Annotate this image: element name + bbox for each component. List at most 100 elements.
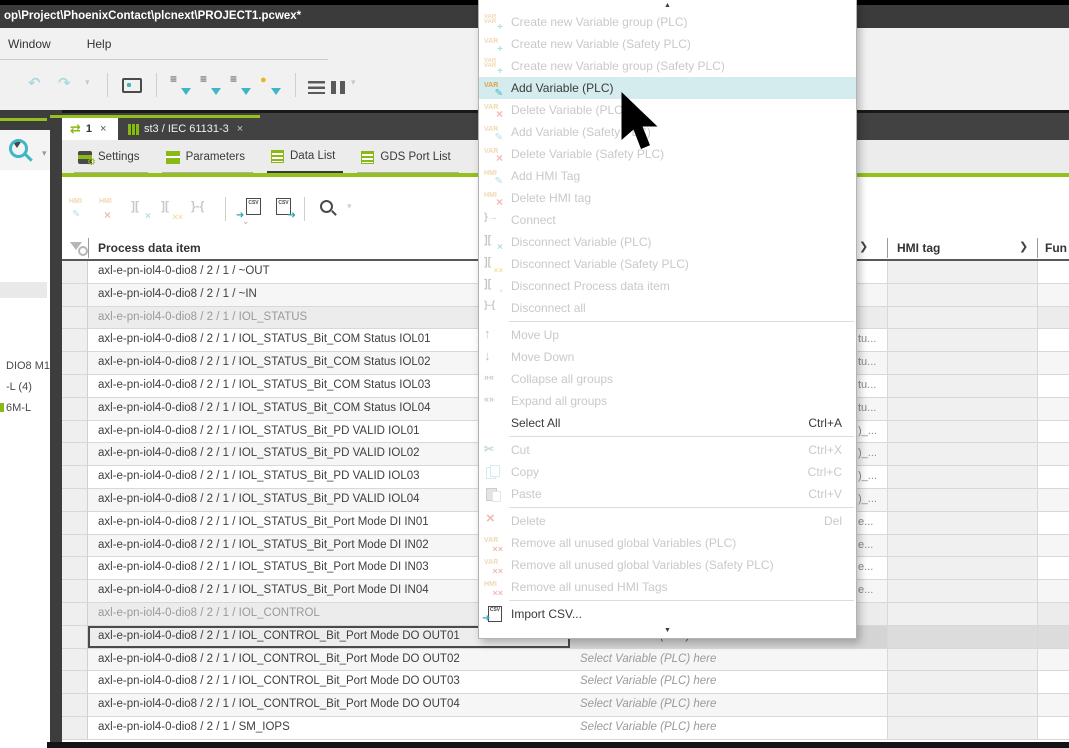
row-header-cell[interactable] <box>62 512 88 535</box>
hmi-tag-cell[interactable] <box>887 557 1037 580</box>
bottom-scrollbar[interactable] <box>47 742 1069 748</box>
function-cell[interactable] <box>1037 329 1069 352</box>
tab-st3-iec-61131-3[interactable]: st3 / IEC 61131-3× <box>122 118 262 140</box>
column-header-function[interactable]: Fun <box>1045 241 1067 255</box>
process-data-item-cell[interactable]: axl-e-pn-iol4-0-dio8 / 2 / 1 / IOL_CONTR… <box>88 671 570 694</box>
hmi-tag-cell[interactable] <box>887 535 1037 558</box>
function-cell[interactable] <box>1037 398 1069 421</box>
filter-user-icon[interactable] <box>259 74 283 96</box>
function-cell[interactable] <box>1037 489 1069 512</box>
row-header-cell[interactable] <box>62 717 88 740</box>
column-header-hmi-tag[interactable]: HMI tag <box>897 241 940 255</box>
process-data-item-cell[interactable]: axl-e-pn-iol4-0-dio8 / 2 / 1 / SM_IOPS <box>88 717 570 740</box>
row-header-cell[interactable] <box>62 626 88 649</box>
hmi-tag-cell[interactable] <box>887 489 1037 512</box>
process-data-item-cell[interactable]: axl-e-pn-iol4-0-dio8 / 2 / 1 / IOL_CONTR… <box>88 694 570 717</box>
row-header-cell[interactable] <box>62 649 88 672</box>
search-icon[interactable] <box>317 198 341 220</box>
row-header-cell[interactable] <box>62 398 88 421</box>
hmi-tag-cell[interactable] <box>887 375 1037 398</box>
function-cell[interactable] <box>1037 557 1069 580</box>
menubar-item-window[interactable]: Window <box>8 28 51 60</box>
hmi-tag-cell[interactable] <box>887 466 1037 489</box>
tab-close-icon[interactable]: × <box>100 123 106 135</box>
hmi-tag-cell[interactable] <box>887 261 1037 284</box>
table-row[interactable]: axl-e-pn-iol4-0-dio8 / 2 / 1 / IOL_CONTR… <box>62 694 1069 717</box>
hmi-column-expand-icon[interactable]: ❯ <box>1019 240 1028 253</box>
hmi-tag-cell[interactable] <box>887 329 1037 352</box>
variable-column-expand-icon[interactable]: ❯ <box>859 240 868 253</box>
function-cell[interactable] <box>1037 466 1069 489</box>
hmi-tag-cell[interactable] <box>887 717 1037 740</box>
row-header-cell[interactable] <box>62 603 88 626</box>
function-cell[interactable] <box>1037 671 1069 694</box>
row-header-cell[interactable] <box>62 535 88 558</box>
row-header-cell[interactable] <box>62 329 88 352</box>
tab-close-icon[interactable]: × <box>237 123 243 135</box>
view-columns-icon[interactable] <box>331 81 345 94</box>
menu-item-select-all[interactable]: Select AllCtrl+A <box>479 412 856 434</box>
hmi-tag-cell[interactable] <box>887 649 1037 672</box>
function-cell[interactable] <box>1037 421 1069 444</box>
function-cell[interactable] <box>1037 649 1069 672</box>
function-cell[interactable] <box>1037 694 1069 717</box>
csv-export-icon[interactable] <box>268 198 292 220</box>
function-cell[interactable] <box>1037 512 1069 535</box>
filter-search-icon[interactable] <box>8 138 34 164</box>
menu-scroll-up-icon[interactable]: ▲ <box>479 0 856 11</box>
panel-splitter[interactable] <box>50 110 62 742</box>
table-row[interactable]: axl-e-pn-iol4-0-dio8 / 2 / 1 / SM_IOPSSe… <box>62 717 1069 740</box>
hmi-tag-cell[interactable] <box>887 580 1037 603</box>
subtab-data-list[interactable]: Data List <box>267 143 343 173</box>
row-header-cell[interactable] <box>62 375 88 398</box>
row-header-cell[interactable] <box>62 421 88 444</box>
function-cell[interactable] <box>1037 284 1069 307</box>
function-cell[interactable] <box>1037 717 1069 740</box>
function-cell[interactable] <box>1037 626 1069 649</box>
row-header-cell[interactable] <box>62 489 88 512</box>
hmi-tag-cell[interactable] <box>887 398 1037 421</box>
tree-selected-item[interactable] <box>0 282 47 298</box>
filter-network-icon[interactable] <box>199 74 223 96</box>
row-header-cell[interactable] <box>62 671 88 694</box>
hmi-tag-cell[interactable] <box>887 603 1037 626</box>
menu-item-import-csv[interactable]: Import CSV... <box>479 603 856 625</box>
subtab-settings[interactable]: Settings <box>74 144 148 173</box>
function-cell[interactable] <box>1037 375 1069 398</box>
function-cell[interactable] <box>1037 535 1069 558</box>
function-cell[interactable] <box>1037 307 1069 330</box>
display-icon[interactable] <box>120 74 144 96</box>
function-cell[interactable] <box>1037 443 1069 466</box>
row-header-cell[interactable] <box>62 261 88 284</box>
row-header-cell[interactable] <box>62 466 88 489</box>
subtab-parameters[interactable]: Parameters <box>162 144 253 173</box>
filter-dropdown-caret[interactable]: ▾ <box>42 148 47 159</box>
tab-1[interactable]: ⇄1× <box>62 118 118 140</box>
menubar-item-help[interactable]: Help <box>87 28 112 60</box>
hmi-tag-cell[interactable] <box>887 694 1037 717</box>
variable-cell[interactable]: Select Variable (PLC) here <box>570 671 887 694</box>
row-header-cell[interactable] <box>62 352 88 375</box>
function-cell[interactable] <box>1037 580 1069 603</box>
function-cell[interactable] <box>1037 352 1069 375</box>
column-header-process-data-item[interactable]: Process data item <box>98 241 201 255</box>
variable-cell[interactable]: Select Variable (PLC) here <box>570 717 887 740</box>
table-row[interactable]: axl-e-pn-iol4-0-dio8 / 2 / 1 / IOL_CONTR… <box>62 671 1069 694</box>
view-rows-icon[interactable] <box>308 81 325 94</box>
subtab-gds-port-list[interactable]: GDS Port List <box>357 144 458 173</box>
search-dropdown-caret[interactable]: ⌄ <box>242 216 250 227</box>
row-header-cell[interactable] <box>62 694 88 717</box>
hmi-tag-cell[interactable] <box>887 421 1037 444</box>
menu-scroll-down-icon[interactable]: ▼ <box>479 625 856 636</box>
row-header-cell[interactable] <box>62 557 88 580</box>
row-header-cell[interactable] <box>62 284 88 307</box>
function-cell[interactable] <box>1037 603 1069 626</box>
hmi-tag-cell[interactable] <box>887 307 1037 330</box>
variable-cell[interactable]: Select Variable (PLC) here <box>570 694 887 717</box>
hmi-tag-cell[interactable] <box>887 626 1037 649</box>
row-header-cell[interactable] <box>62 443 88 466</box>
hmi-tag-cell[interactable] <box>887 443 1037 466</box>
row-header-cell[interactable] <box>62 307 88 330</box>
filter-device-icon[interactable] <box>169 74 193 96</box>
table-row[interactable]: axl-e-pn-iol4-0-dio8 / 2 / 1 / IOL_CONTR… <box>62 649 1069 672</box>
